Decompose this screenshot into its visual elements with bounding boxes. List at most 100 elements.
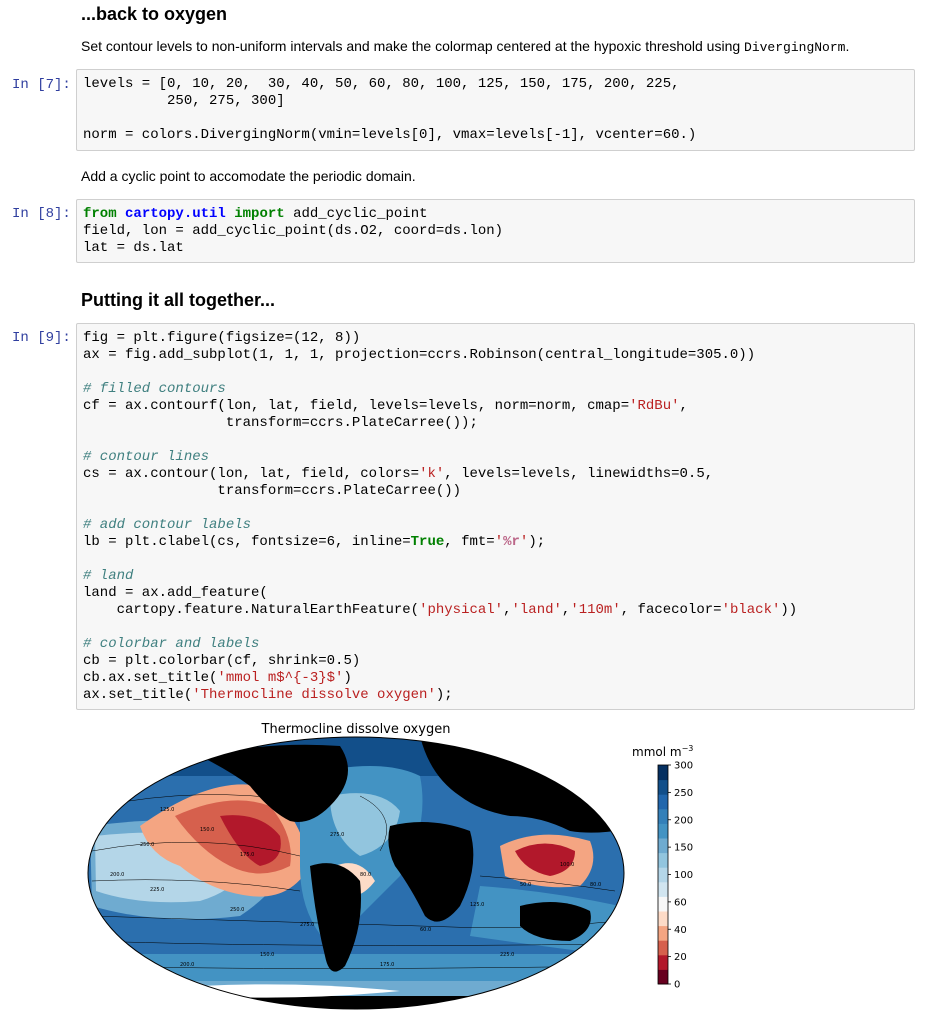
colorbar: 3002502001501006040200 [657,761,693,991]
contour-label: 80.0 [590,882,601,888]
string-literal: 'land' [511,602,562,618]
land-antarctica [88,996,624,1009]
code-text: , [679,398,688,414]
code-line: ax = fig.add_subplot(1, 1, 1, projection… [83,347,756,363]
colorbar-segment [658,911,668,927]
keyword: import [234,206,285,222]
colorbar-unit: mmol m [632,745,682,759]
code-cell-9[interactable]: fig = plt.figure(figsize=(12, 8)) ax = f… [76,323,915,710]
code-editor-8[interactable]: from cartopy.util import add_cyclic_poin… [77,200,914,257]
markdown-paragraph-cyclic: Add a cyclic point to accomodate the per… [81,168,416,184]
string-literal: '110m' [570,602,621,618]
code-editor-7[interactable]: levels = [0, 10, 20, 30, 40, 50, 60, 80,… [77,70,914,144]
string-literal: 'physical' [419,602,504,618]
string-literal: ' [494,534,504,550]
contour-label: 275.0 [330,832,344,838]
markdown-paragraph-levels: Set contour levels to non-uniform interv… [81,38,849,55]
colorbar-unit-exponent: −3 [682,744,694,753]
code-text: cf = ax.contourf(lon, lat, field, levels… [83,398,630,414]
code-text: lb = plt.clabel(cs, fontsize=6, inline= [83,534,411,550]
colorbar-tick-label: 150 [674,843,693,854]
colorbar-tick-label: 100 [674,870,693,881]
code-line: 250, 275, 300] [83,93,285,109]
contour-label: 150.0 [200,827,214,833]
keyword: from [83,206,117,222]
colorbar-tick-label: 20 [674,952,687,963]
contour-label: 200.0 [110,872,124,878]
code-text: ax.set_title( [83,687,193,703]
contour-label: 250.0 [230,907,244,913]
colorbar-tick-label: 250 [674,788,693,799]
code-text: , fmt= [444,534,495,550]
code-comment: # colorbar and labels [83,636,260,652]
contour-label: 80.0 [360,872,371,878]
colorbar-segment [658,969,668,985]
section-heading-putting-together: Putting it all together... [81,290,276,310]
code-line: transform=ccrs.PlateCarree()); [83,415,478,431]
colorbar-tick-label: 40 [674,925,687,936]
colorbar-tick-label: 60 [674,897,687,908]
code-line: levels = [0, 10, 20, 30, 40, 50, 60, 80,… [83,76,680,92]
contour-label: 100.0 [120,794,134,800]
code-line: cb = plt.colorbar(cf, shrink=0.5) [83,653,361,669]
colorbar-segment [658,765,668,781]
contour-label: 100.0 [560,862,574,868]
code-cell-8[interactable]: from cartopy.util import add_cyclic_poin… [76,199,915,263]
colorbar-segment [658,940,668,956]
code-cell-7[interactable]: levels = [0, 10, 20, 30, 40, 50, 60, 80,… [76,69,915,151]
colorbar-segment [658,954,668,970]
section-heading-back-to-oxygen: ...back to oxygen [81,4,228,24]
colorbar-segment [658,896,668,912]
code-comment: # land [83,568,134,584]
contour-label: 175.0 [240,852,254,858]
paragraph-suffix: . [845,38,850,54]
code-text: , levels=levels, linewidths=0.5, [444,466,714,482]
format-specifier: %r [503,534,520,550]
code-comment: # contour lines [83,449,210,465]
input-prompt-9: In [9]: [12,330,71,346]
colorbar-segment [658,838,668,854]
code-line: field, lon = add_cyclic_point(ds.O2, coo… [83,223,504,239]
input-prompt-8: In [8]: [12,206,71,222]
contour-label: 225.0 [150,887,164,893]
input-prompt-7: In [7]: [12,77,71,93]
contour-label: 60.0 [420,927,431,933]
colorbar-segment [658,808,668,824]
code-text: , facecolor= [620,602,722,618]
colorbar-segment [658,925,668,941]
code-editor-9[interactable]: fig = plt.figure(figsize=(12, 8)) ax = f… [77,324,914,704]
inline-code-divergingnorm: DivergingNorm [744,40,846,55]
string-literal: 'Thermocline dissolve oxygen' [192,687,436,703]
string-literal: 'k' [419,466,445,482]
colorbar-segment [658,867,668,883]
code-line: fig = plt.figure(figsize=(12, 8)) [83,330,361,346]
string-literal: 'black' [721,602,781,618]
code-line: transform=ccrs.PlateCarree()) [83,483,462,499]
paragraph-text: Set contour levels to non-uniform interv… [81,38,745,54]
contour-label: 50.0 [520,882,531,888]
code-text: cartopy.feature.NaturalEarthFeature( [83,602,420,618]
contour-label: 150.0 [260,952,274,958]
contour-label: 125.0 [160,807,174,813]
string-literal: 'RdBu' [629,398,680,414]
colorbar-tick-label: 200 [674,815,693,826]
output-figure: Thermocline dissolve oxygen 100.0125.015… [87,722,693,1010]
code-text: ); [435,687,453,703]
contour-label: 225.0 [500,952,514,958]
contour-label: 125.0 [470,902,484,908]
code-line: land = ax.add_feature( [83,585,268,601]
colorbar-tick-label: 300 [674,761,693,772]
code-text: ); [528,534,546,550]
contour-label: 200.0 [180,962,194,968]
colorbar-title: mmol m−3 [632,744,693,759]
string-literal: 'mmol m$^{-3}$' [217,670,344,686]
colorbar-segment [658,794,668,810]
code-comment: # add contour labels [83,517,252,533]
contour-label: 175.0 [380,962,394,968]
module-name: cartopy.util [125,206,226,222]
colorbar-segment [658,823,668,839]
code-line: lat = ds.lat [83,240,184,256]
colorbar-tick-label: 0 [674,980,680,991]
colorbar-segment [658,881,668,897]
code-text: cb.ax.set_title( [83,670,218,686]
